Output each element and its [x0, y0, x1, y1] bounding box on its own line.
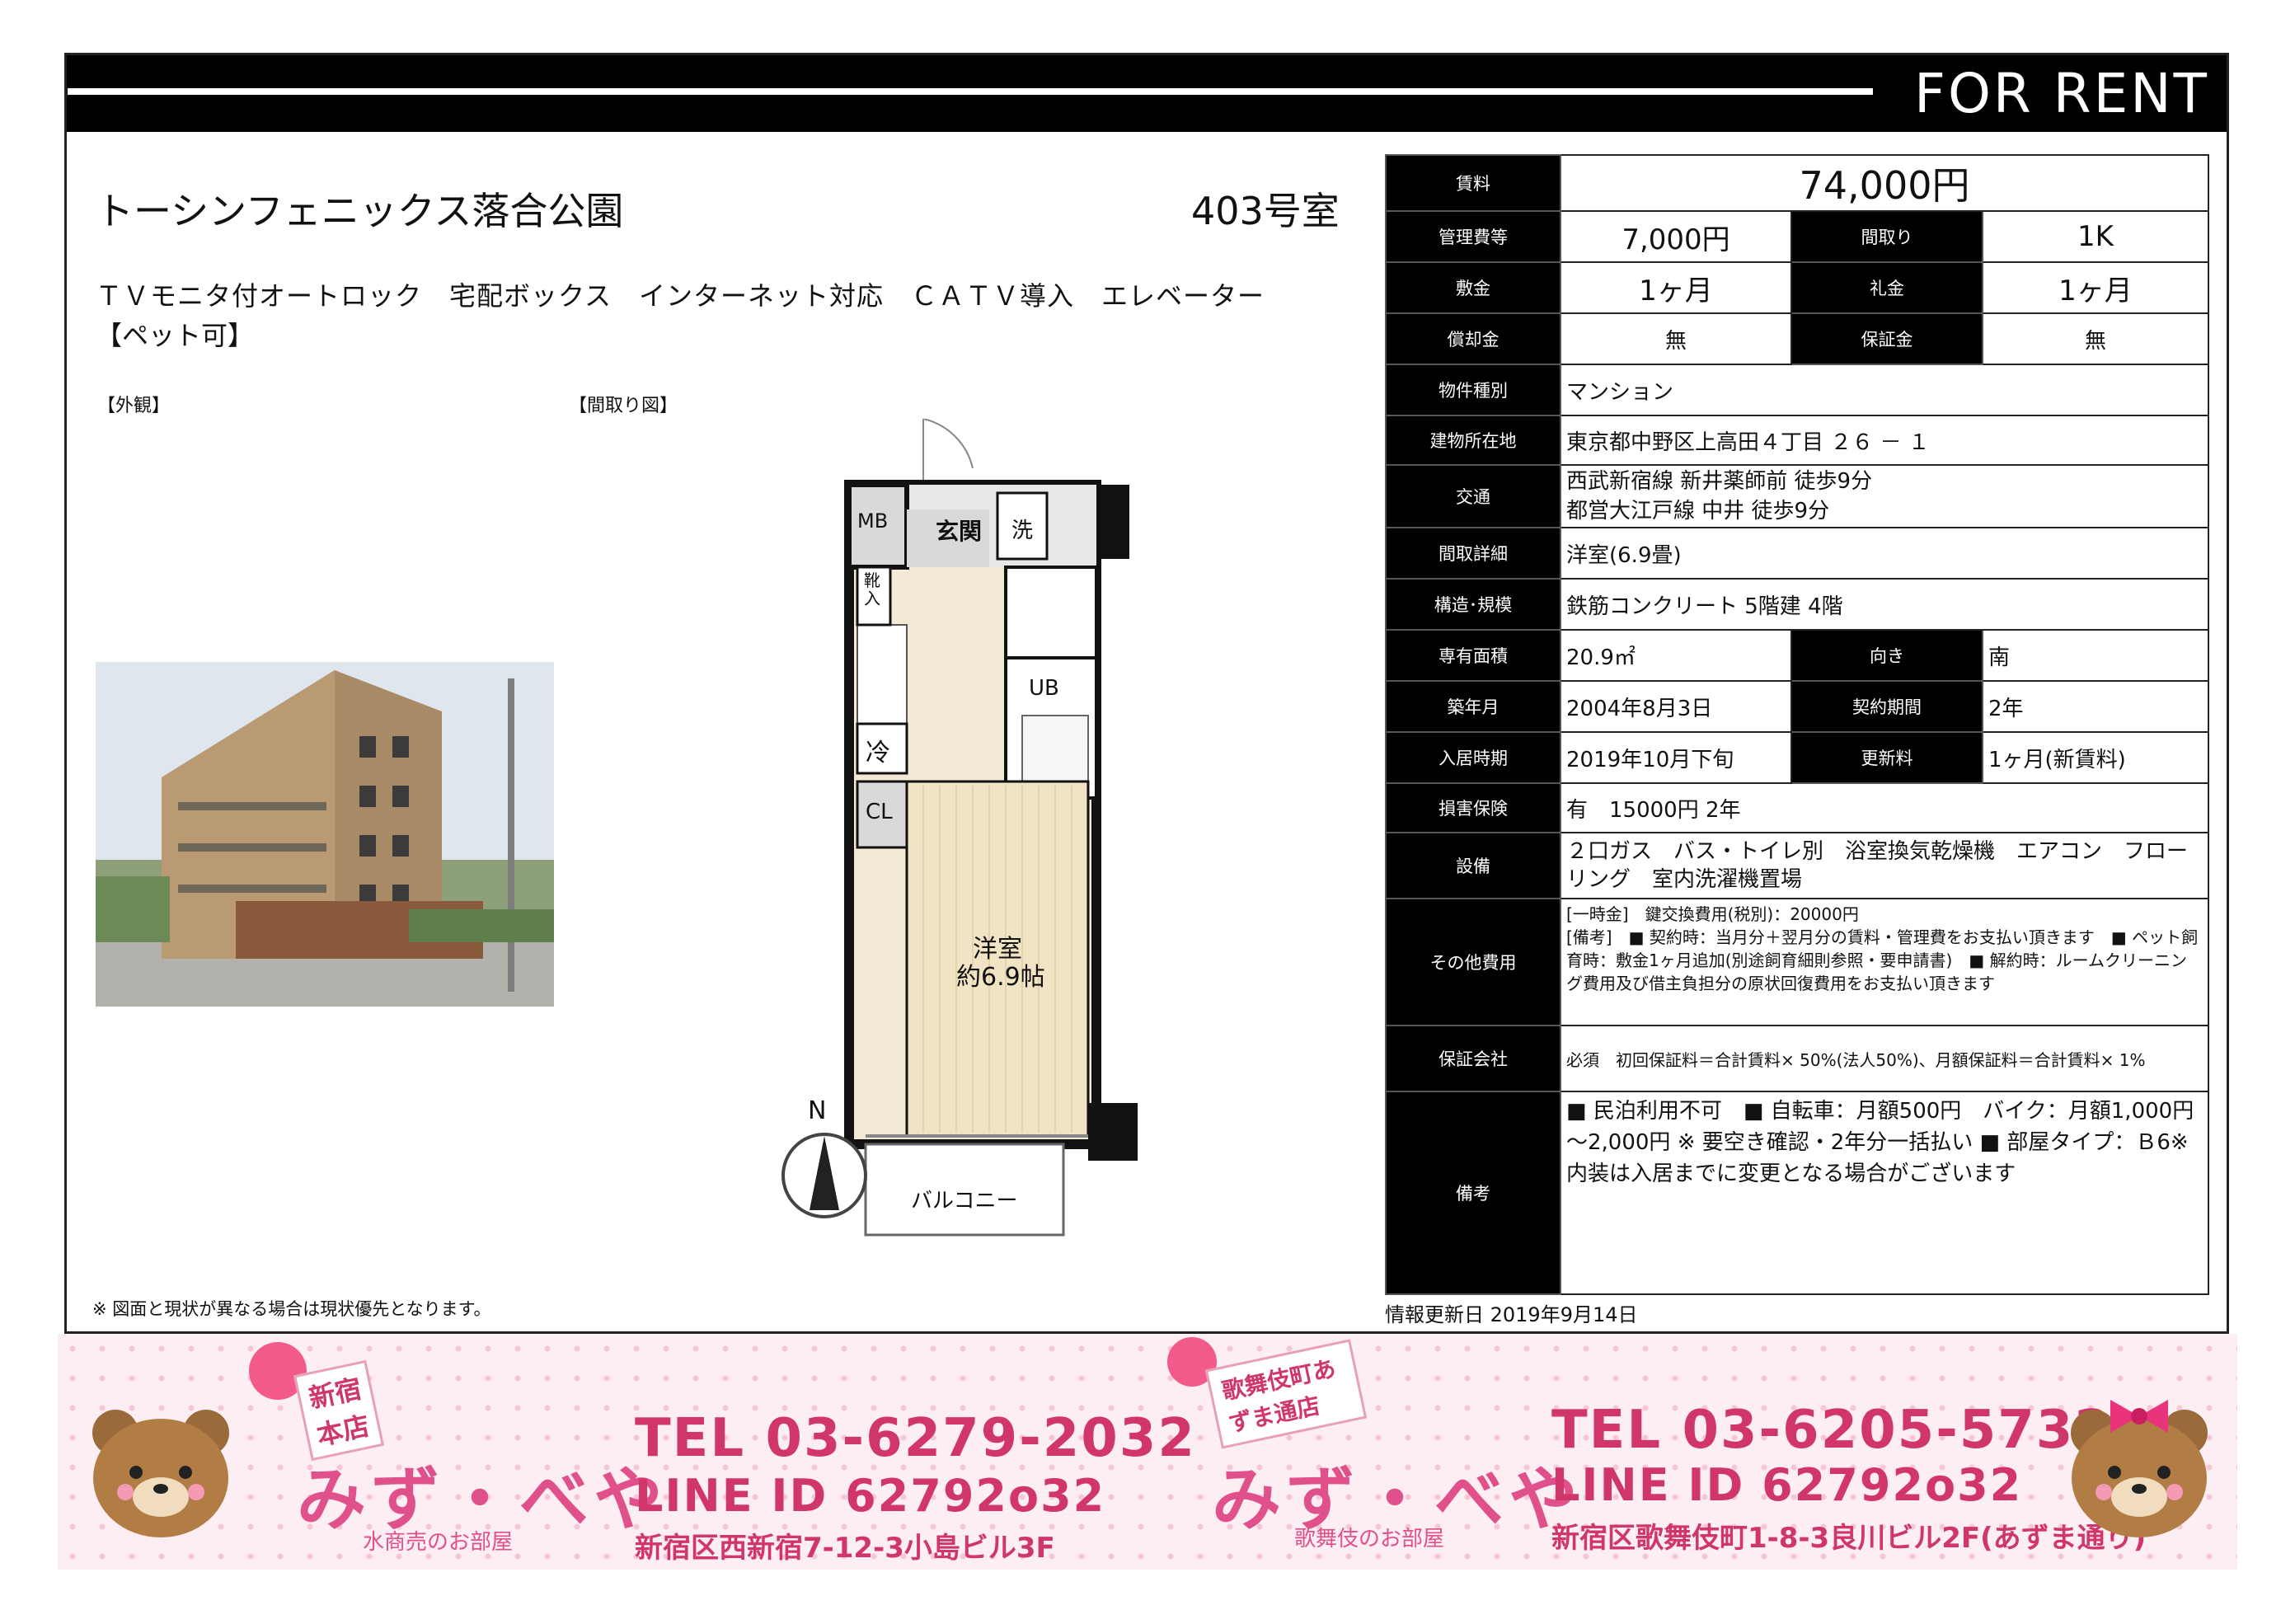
exterior-label: 【外観】 — [97, 396, 171, 416]
hoshokin-label: 保証金 — [1790, 312, 1983, 365]
kotsu-line-1: 西武新宿線 新井薬師前 徒歩9分 — [1566, 469, 1873, 494]
plan-ub: UB — [1029, 676, 1059, 701]
branch-tag-right-text: 歌舞伎町あずま通店 — [1219, 1354, 1339, 1438]
tel-left: TEL 03-6279-2032 — [635, 1408, 1196, 1469]
muki-value: 南 — [1982, 629, 2209, 682]
kozo-label: 構造･規模 — [1385, 578, 1561, 631]
biko-label: 備考 — [1385, 1091, 1561, 1295]
shubetsu-value: マンション — [1560, 364, 2209, 416]
plan-rei: 冷 — [866, 739, 890, 767]
setsubi-label: 設備 — [1385, 832, 1561, 899]
tel-right: TEL 03-6205-5732 — [1551, 1400, 2113, 1461]
floor-plan: MB 玄関 洗 靴入 UB 冷 CL 洋室 約6.9帖 バルコニー N — [775, 417, 1171, 1251]
property-features: ＴＶモニタ付オートロック 宅配ボックス インターネット対応 ＣＡＴＶ導入 エレベ… — [96, 280, 1265, 312]
shikikin-value: 1ヶ月 — [1560, 261, 1792, 314]
address-label: 建物所在地 — [1385, 415, 1561, 466]
plan-sen: 洗 — [1011, 519, 1034, 543]
reikin-label: 礼金 — [1790, 261, 1983, 314]
branch-tag-right: 歌舞伎町あずま通店 — [1204, 1339, 1368, 1449]
plan-mb: MB — [857, 509, 889, 533]
kotsu-value: 西武新宿線 新井薬師前 徒歩9分 都営大江戸線 中井 徒歩9分 — [1560, 464, 2209, 528]
kozo-value: 鉄筋コンクリート 5階建 4階 — [1560, 578, 2209, 631]
plan-kutsu: 靴入 — [864, 570, 880, 608]
shikikin-label: 敷金 — [1385, 261, 1561, 314]
agency-banner: 新宿 本店 みず・べや 水商売のお部屋 TEL 03-6279-2032 LIN… — [58, 1334, 2237, 1570]
madori-value: 1K — [1982, 210, 2209, 263]
koshin-value: 1ヶ月(新賃料) — [1982, 731, 2209, 784]
rental-info-table: 賃料 74,000円 管理費等 7,000円 間取り 1K 敷金 1ヶ月 礼金 … — [1385, 154, 2209, 1295]
north-label: N — [808, 1096, 827, 1125]
hoken-label: 損害保険 — [1385, 782, 1561, 833]
area-value: 20.9㎡ — [1560, 629, 1792, 682]
biko-value: ■ 民泊利用不可 ■ 自転車：月額500円 バイク：月額1,000円～2,000… — [1560, 1091, 2209, 1295]
reikin-value: 1ヶ月 — [1982, 261, 2209, 314]
bear-mascot-icon — [82, 1400, 239, 1556]
kotsu-label: 交通 — [1385, 464, 1561, 528]
disclaimer: ※ 図面と現状が異なる場合は現状優先となります。 — [92, 1299, 491, 1319]
keiyaku-label: 契約期間 — [1790, 680, 1983, 733]
rent-value: 74,000円 — [1560, 154, 2209, 212]
address-right: 新宿区歌舞伎町1-8-3良川ビル2F(あずま通り) — [1551, 1522, 2147, 1555]
hoshokin-value: 無 — [1982, 312, 2209, 365]
shokyaku-label: 償却金 — [1385, 312, 1561, 365]
floorplan-label: 【間取り図】 — [569, 396, 678, 416]
kotsu-line-2: 都営大江戸線 中井 徒歩9分 — [1566, 499, 1830, 523]
hosho-value: 必須 初回保証料＝合計賃料× 50%(法人50%)、月額保証料＝合計賃料× 1% — [1560, 1025, 2209, 1092]
kanri-value: 7,000円 — [1560, 210, 1792, 263]
sonota-line-2: [備考] ■ 契約時：当月分＋翌月分の賃料・管理費をお支払い頂きます ■ ペット… — [1566, 927, 2199, 993]
bear-girl-mascot-icon — [2061, 1392, 2218, 1556]
plan-cl: CL — [866, 800, 893, 824]
line-id-left: LINE ID 62792o32 — [635, 1470, 1106, 1522]
muki-label: 向き — [1790, 629, 1983, 682]
plan-balcony: バルコニー — [911, 1189, 1018, 1213]
address-left: 新宿区西新宿7-12-3小島ビル3F — [635, 1532, 1055, 1565]
nyukyo-value: 2019年10月下旬 — [1560, 731, 1792, 784]
nyukyo-label: 入居時期 — [1385, 731, 1561, 784]
madori-label: 間取り — [1790, 210, 1983, 263]
plan-room-size: 約6.9帖 — [956, 963, 1045, 992]
update-date: 情報更新日 2019年9月14日 — [1385, 1303, 1638, 1326]
setsubi-value: ２口ガス バス・トイレ別 浴室換気乾燥機 エアコン フローリング 室内洗濯機置場 — [1560, 832, 2209, 899]
area-label: 専有面積 — [1385, 629, 1561, 682]
keiyaku-value: 2年 — [1982, 680, 2209, 733]
sonota-line-1: [一時金] 鍵交換費用(税別)：20000円 — [1566, 904, 1859, 924]
hosho-label: 保証会社 — [1385, 1025, 1561, 1092]
detail-value: 洋室(6.9畳) — [1560, 527, 2209, 580]
shubetsu-label: 物件種別 — [1385, 364, 1561, 416]
address-value: 東京都中野区上高田４丁目 ２６ － １ — [1560, 415, 2209, 466]
built-value: 2004年8月3日 — [1560, 680, 1792, 733]
property-name: トーシンフェニックス落合公園 — [96, 189, 624, 233]
sonota-label: その他費用 — [1385, 898, 1561, 1026]
logo-left-sub: 水商売のお部屋 — [363, 1530, 514, 1555]
room-number: 403号室 — [1191, 189, 1340, 233]
line-id-right: LINE ID 62792o32 — [1551, 1459, 2023, 1511]
built-label: 築年月 — [1385, 680, 1561, 733]
hoken-value: 有 15000円 2年 — [1560, 782, 2209, 833]
rent-label: 賃料 — [1385, 154, 1561, 212]
logo-right-sub: 歌舞伎のお部屋 — [1294, 1527, 1445, 1551]
shokyaku-value: 無 — [1560, 312, 1792, 365]
kanri-label: 管理費等 — [1385, 210, 1561, 263]
koshin-label: 更新料 — [1790, 731, 1983, 784]
plan-genkan: 玄関 — [936, 518, 983, 545]
sonota-value: [一時金] 鍵交換費用(税別)：20000円 [備考] ■ 契約時：当月分＋翌月… — [1560, 898, 2209, 1026]
exterior-photo — [96, 662, 554, 1007]
detail-label: 間取詳細 — [1385, 527, 1561, 580]
pet-allowed: 【ペット可】 — [96, 320, 255, 351]
